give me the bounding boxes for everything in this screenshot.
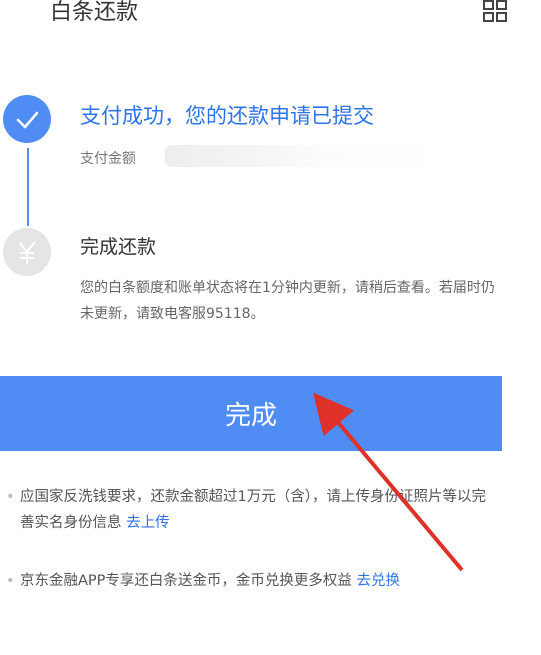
step2-status: [3, 228, 51, 276]
upload-link[interactable]: 去上传: [126, 515, 170, 531]
yen-icon: [19, 242, 35, 264]
note-text: 应国家反洗钱要求，还款金额超过1万元（含），请上传身份证照片等以完善实名身份信息: [20, 489, 486, 531]
redeem-link[interactable]: 去兑换: [357, 573, 401, 589]
step2-title: 完成还款: [80, 236, 157, 258]
check-icon: [16, 111, 39, 129]
note-item: • 应国家反洗钱要求，还款金额超过1万元（含），请上传身份证照片等以完善实名身份…: [6, 484, 500, 536]
progress-line: [27, 148, 29, 226]
payment-amount-label: 支付金额: [80, 151, 136, 167]
annotation-arrow-icon: [313, 392, 464, 572]
step2-description: 您的白条额度和账单状态将在1分钟内更新，请稍后查看。若届时仍未更新，请致电客服9…: [80, 280, 495, 322]
done-button[interactable]: 完成: [0, 376, 502, 451]
note-item: • 京东金融APP专享还白条送金币，金币兑换更多权益 去兑换: [6, 568, 500, 594]
note-text: 京东金融APP专享还白条送金币，金币兑换更多权益: [20, 573, 352, 589]
step1-status: [3, 95, 51, 143]
grid-icon[interactable]: [483, 0, 507, 22]
step1-title: 支付成功，您的还款申请已提交: [80, 104, 374, 128]
bullet-icon: •: [6, 489, 15, 505]
bullet-icon: •: [6, 573, 15, 589]
page-title: 白条还款: [50, 0, 139, 25]
payment-amount-blurred: [165, 145, 435, 167]
